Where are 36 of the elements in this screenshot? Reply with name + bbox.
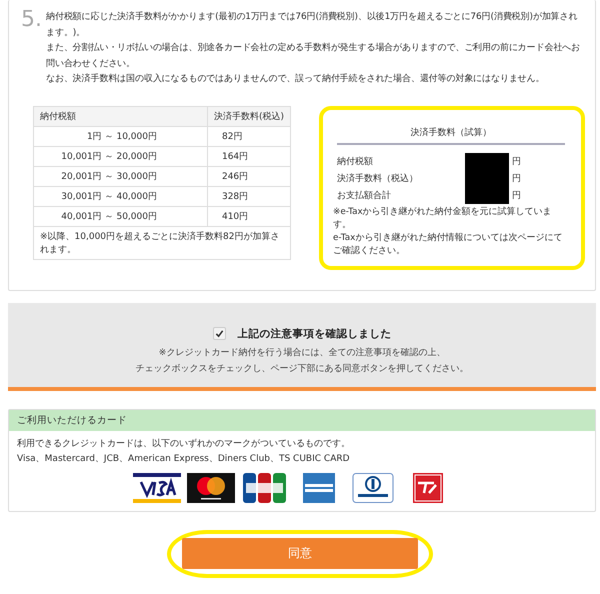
column-header: 決済手数料(税込) (207, 106, 290, 126)
tricolor-bars-icon (241, 472, 289, 502)
table-cell: 328円 (207, 186, 290, 206)
table-cell: 40,001円 ～ 50,000円 (34, 206, 208, 226)
estimate-note: e-Taxから引き継がれた納付情報については次ページにてご確認ください。 (333, 232, 564, 258)
table-cell: 410円 (207, 206, 290, 226)
section-header: ご利用いただけるカード (9, 410, 595, 430)
estimate-title: 決済手数料（試算） (337, 120, 565, 144)
estimate-label: 納付税額 (337, 156, 374, 168)
unit-label: 円 (512, 190, 521, 202)
checkbox[interactable] (212, 327, 226, 340)
card-stripes-icon (133, 472, 181, 502)
table-cell: 10,001円 ～ 20,000円 (34, 146, 208, 166)
estimate-label: お支払額合計 (337, 190, 392, 202)
confirm-note: ※クレジットカード納付を行う場合には、全ての注意事項を確認の上、 (158, 346, 446, 360)
column-header: 納付税額 (34, 106, 208, 126)
notice-paragraph: 納付税額に応じた決済手数料がかかります(最初の1万円までは76円(消費税別)、以後1万円を超えるごとに76円(消費税別)が加算されます。)。 (46, 10, 578, 40)
unit-label: 円 (512, 172, 521, 184)
table-cell: 20,001円 ～ 30,000円 (34, 166, 208, 186)
table-cell: 30,001円 ～ 40,000円 (34, 186, 208, 206)
unit-label: 円 (512, 156, 521, 168)
notice-paragraph: なお、決済手数料は国の収入になるものではありませんので、誤って納付手続をされた場合、還付等の対象にはなりません。 (46, 72, 546, 86)
cards-text: 利用できるクレジットカードは、以下のいずれかのマークがついているものです。 (17, 438, 351, 450)
notice-paragraph: また、分割払い・リボ払いの場合は、別途各カード会社の定める手数料が発生する場合がありますので、ご利用の前にカード会社へお問い合わせください。 (46, 42, 582, 70)
checkbox-label[interactable]: 上記の注意事項を確認しました (238, 326, 392, 340)
confirm-note: チェックボックスをチェックし、ページ下部にある同意ボタンを押してください。 (136, 362, 468, 376)
estimate-note: ※e-Taxから引き継がれた納付金額を元に試算しています。 (333, 206, 553, 232)
table-cell: 82円 (207, 126, 290, 146)
table-cell: 164円 (207, 146, 290, 166)
table-cell: 1円 ～ 10,000円 (34, 126, 208, 146)
step-number: 5. (21, 8, 42, 34)
table-footnote: ※以降、10,000円を超えるごとに決済手数料82円が加算されます。 (34, 226, 290, 259)
table-cell: 246円 (207, 166, 290, 186)
estimate-label: 決済手数料（税込） (337, 172, 419, 184)
overlapping-circles-icon (187, 472, 235, 502)
cards-list: Visa、Mastercard、JCB、American Express、Diners Club、TS CUBIC CARD (17, 452, 587, 466)
